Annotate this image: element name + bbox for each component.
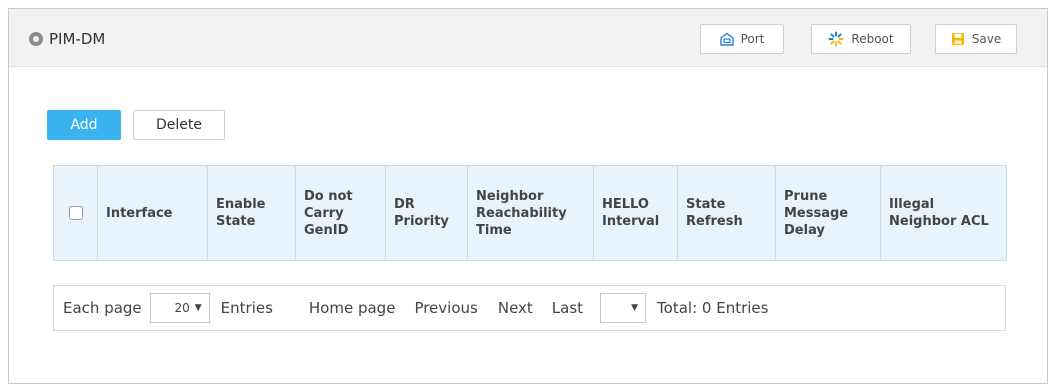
page-size-select[interactable]: 20 ▼ [149, 293, 210, 323]
last-link[interactable]: Last [552, 299, 583, 317]
entries-label: Entries [220, 299, 273, 317]
caret-down-icon: ▼ [194, 303, 202, 313]
port-icon [719, 32, 734, 46]
select-all-checkbox[interactable] [68, 206, 83, 220]
column-header-enable-state[interactable]: Enable State [207, 165, 296, 261]
home-page-link[interactable]: Home page [309, 299, 396, 317]
column-header-state-refresh[interactable]: State Refresh [677, 165, 776, 261]
next-link[interactable]: Next [498, 299, 533, 317]
location-pin-icon [29, 32, 43, 46]
each-page-label: Each page [63, 299, 142, 317]
panel-header: PIM-DM Port Reboot Save [9, 9, 1047, 67]
page-size-value: 20 [174, 301, 190, 315]
reboot-button-label: Reboot [851, 32, 894, 46]
column-header-illegal-neighbor-acl[interactable]: Illegal Neighbor ACL [880, 165, 1007, 261]
save-button-label: Save [971, 32, 1002, 46]
save-button[interactable]: Save [935, 24, 1017, 54]
column-header-hello-interval[interactable]: HELLO Interval [593, 165, 678, 261]
save-icon [951, 32, 965, 46]
caret-down-icon: ▼ [631, 303, 639, 313]
table-header-row: Interface Enable State Do not Carry GenI… [53, 165, 1007, 261]
column-header-interface[interactable]: Interface [97, 165, 208, 261]
pagination-bar: Each page 20 ▼ Entries Home page Previou… [53, 285, 1006, 331]
pim-dm-table: Interface Enable State Do not Carry GenI… [53, 165, 1007, 261]
column-header-prune-message-delay[interactable]: Prune Message Delay [775, 165, 881, 261]
add-button[interactable]: Add [47, 110, 121, 140]
page-number-select[interactable]: ▼ [600, 293, 647, 323]
title-group: PIM-DM [29, 30, 105, 48]
page-title: PIM-DM [49, 30, 106, 48]
select-all-cell [53, 165, 98, 261]
port-button[interactable]: Port [700, 24, 784, 54]
column-header-dr-priority[interactable]: DR Priority [385, 165, 468, 261]
delete-button[interactable]: Delete [133, 110, 225, 140]
total-entries-label: Total: 0 Entries [657, 299, 769, 317]
previous-link[interactable]: Previous [414, 299, 477, 317]
port-button-label: Port [740, 32, 765, 46]
column-header-do-not-carry-genid[interactable]: Do not Carry GenID [295, 165, 386, 261]
reboot-icon [828, 31, 844, 47]
pim-dm-panel: PIM-DM Port Reboot Save Add Delete Inter… [8, 8, 1048, 384]
column-header-neighbor-reachability-time[interactable]: Neighbor Reachability Time [467, 165, 594, 261]
reboot-button[interactable]: Reboot [811, 24, 911, 54]
